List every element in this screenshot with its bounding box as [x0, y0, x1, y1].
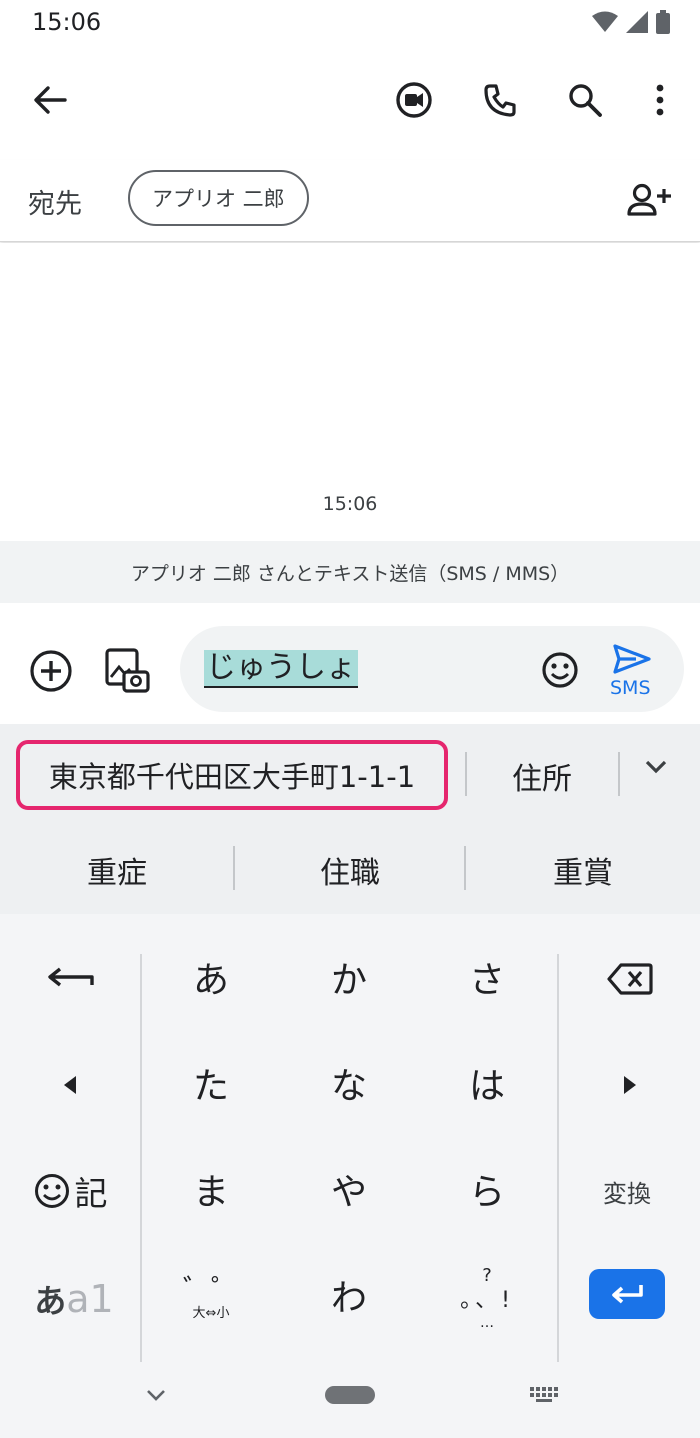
candidate-item[interactable]: 住所	[480, 754, 604, 798]
key-ka[interactable]: か	[280, 932, 418, 1022]
key-wa[interactable]: わ	[280, 1250, 418, 1340]
backspace-icon	[607, 963, 653, 995]
recipient-chip[interactable]: アプリオ 二郎	[128, 170, 309, 226]
message-timestamp: 15:06	[322, 493, 378, 515]
dakuten-key[interactable]: ゛゜ 大⇔小	[142, 1254, 280, 1344]
recipients-bar: 宛先 アプリオ 二郎	[0, 160, 700, 242]
conversation-info-text: アプリオ 二郎 さんとテキスト送信（SMS / MMS）	[130, 562, 570, 585]
video-call-icon[interactable]	[390, 76, 438, 124]
wifi-icon	[592, 11, 618, 32]
arrow-left-icon[interactable]	[26, 76, 74, 124]
chevron-down-icon[interactable]	[636, 750, 676, 784]
emoji-icon	[34, 1174, 69, 1208]
key-ya[interactable]: や	[280, 1144, 418, 1234]
key-ta[interactable]: た	[142, 1038, 280, 1128]
candidate-address[interactable]: 東京都千代田区大手町1-1-1	[16, 740, 448, 810]
search-icon[interactable]	[561, 76, 609, 124]
compose-bar: じゅうしょ SMS	[0, 603, 700, 723]
key-ra[interactable]: ら	[418, 1144, 556, 1234]
phone-icon[interactable]	[476, 76, 524, 124]
add-person-icon[interactable]	[624, 178, 674, 222]
battery-icon	[656, 10, 670, 34]
punctuation-key[interactable]: ? 。、! …	[418, 1250, 556, 1346]
key-na[interactable]: な	[280, 1038, 418, 1128]
undo-key[interactable]	[0, 934, 140, 1024]
conversation-info: アプリオ 二郎 さんとテキスト送信（SMS / MMS）	[0, 541, 700, 603]
message-input[interactable]: じゅうしょ	[180, 626, 684, 712]
input-mode-key[interactable]: あ a1	[0, 1254, 148, 1344]
status-icons	[592, 10, 670, 34]
gallery-camera-icon[interactable]	[102, 645, 152, 695]
mode-hiragana: あ	[34, 1282, 67, 1320]
key-sa[interactable]: さ	[418, 932, 556, 1022]
key-ha[interactable]: は	[418, 1038, 556, 1128]
navigation-bar	[0, 1355, 700, 1438]
candidate-item[interactable]: 住職	[234, 848, 466, 892]
send-sms-label[interactable]: SMS	[610, 677, 651, 699]
enter-key[interactable]	[589, 1269, 665, 1319]
candidate-divider	[465, 752, 467, 796]
convert-key[interactable]: 変換	[560, 1146, 694, 1236]
keyboard-divider	[557, 954, 559, 1362]
undo-arrow-icon	[48, 967, 94, 987]
key-ma[interactable]: ま	[142, 1144, 280, 1234]
home-pill-icon[interactable]	[325, 1386, 375, 1404]
dakuten-bottom: 大⇔小	[192, 1306, 230, 1321]
candidate-item[interactable]: 重賞	[466, 848, 700, 892]
send-icon[interactable]	[610, 641, 654, 677]
keyboard-switch-icon[interactable]	[522, 1377, 566, 1413]
dakuten-top: ゛゜	[182, 1273, 239, 1306]
triangle-right-icon	[624, 1076, 636, 1094]
mode-alnum: a1	[66, 1277, 114, 1321]
candidate-item[interactable]: 重症	[0, 848, 234, 892]
cursor-right-key[interactable]	[560, 1040, 700, 1130]
more-vert-icon[interactable]	[636, 76, 684, 124]
key-a[interactable]: あ	[142, 932, 280, 1022]
triangle-left-icon	[64, 1076, 76, 1094]
symbol-key[interactable]: 記	[0, 1146, 140, 1236]
punct-middle: 。、!	[460, 1288, 514, 1313]
conversation-area: 15:06	[0, 243, 700, 541]
symbol-key-label: 記	[74, 1174, 108, 1213]
status-time: 15:06	[32, 8, 102, 36]
signal-icon	[626, 11, 648, 33]
conversion-candidates: 東京都千代田区大手町1-1-1 住所 重症 住職 重賞	[0, 724, 700, 914]
to-label: 宛先	[28, 189, 82, 220]
hide-keyboard-icon[interactable]	[136, 1377, 176, 1413]
status-bar: 15:06	[0, 0, 700, 48]
composing-text: じゅうしょ	[204, 650, 358, 688]
punct-top: ?	[482, 1265, 492, 1286]
enter-icon	[612, 1285, 643, 1304]
cursor-left-key[interactable]	[0, 1040, 140, 1130]
app-bar	[0, 56, 700, 146]
backspace-key[interactable]	[560, 934, 700, 1024]
add-attachment-icon[interactable]	[28, 648, 74, 694]
punct-bottom: …	[480, 1315, 494, 1331]
candidate-divider	[618, 752, 620, 796]
emoji-icon[interactable]	[538, 648, 582, 692]
